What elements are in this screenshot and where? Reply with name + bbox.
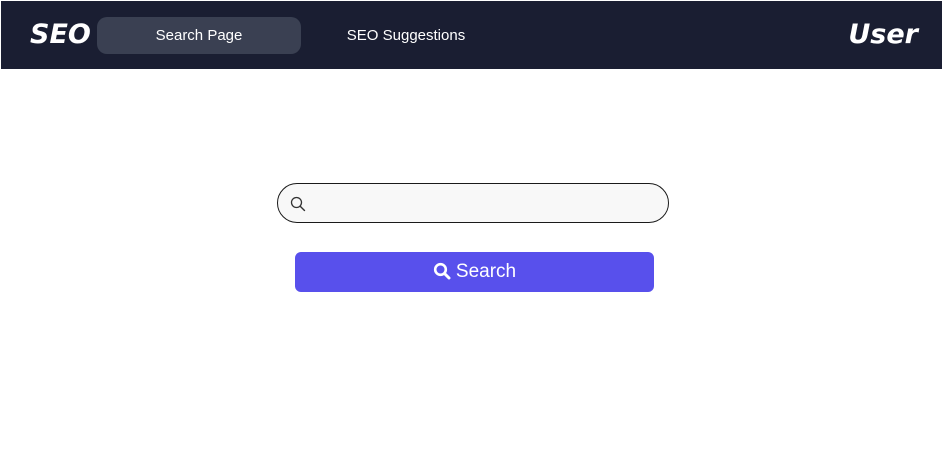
search-button[interactable]: Search [295, 252, 654, 292]
search-input[interactable] [314, 186, 658, 222]
search-button-label: Search [455, 261, 517, 282]
search-field-container[interactable] [277, 183, 669, 223]
user-menu[interactable]: User [848, 17, 918, 53]
nav-tab-search-page[interactable]: Search Page [97, 17, 301, 54]
nav-tab-seo-suggestions[interactable]: SEO Suggestions [331, 17, 481, 54]
search-icon [290, 196, 306, 212]
top-navbar: SEO Search Page SEO Suggestions User [1, 1, 942, 69]
brand-logo[interactable]: SEO [30, 17, 91, 53]
search-icon [433, 262, 451, 280]
